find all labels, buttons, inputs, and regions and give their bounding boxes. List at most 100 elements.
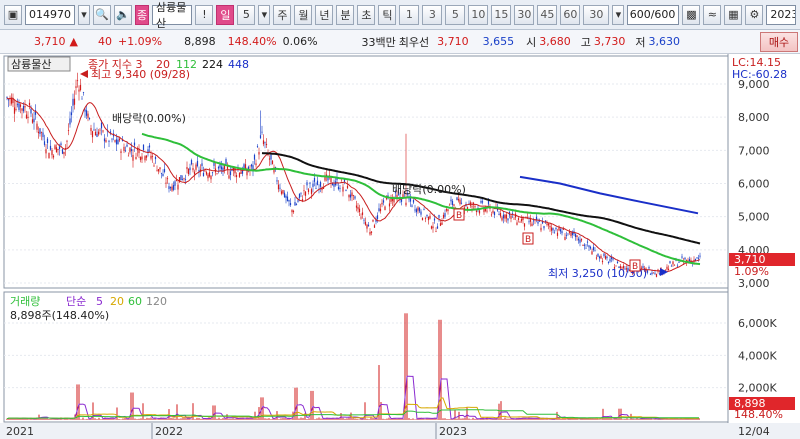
candle-body — [448, 204, 451, 206]
candle-body — [354, 196, 356, 199]
interval-15[interactable]: 15 — [491, 4, 512, 25]
price-chart[interactable]: 삼륭물산 종가 지수 3 20 112 224 448 최고 9,340 (09… — [0, 54, 800, 439]
candle-body — [363, 219, 365, 221]
tab-year[interactable]: 년 — [315, 4, 334, 25]
candle-body — [492, 210, 494, 213]
period-dropdown-icon[interactable]: ▾ — [258, 4, 271, 25]
price-change-pct: +1.09% — [117, 35, 163, 48]
period-n-field[interactable]: 5 — [237, 4, 256, 25]
period-day-button[interactable]: 일 — [216, 4, 235, 25]
tab-second[interactable]: 초 — [357, 4, 376, 25]
candle-body — [367, 224, 370, 227]
volume-bar — [94, 418, 96, 420]
candle-body — [364, 221, 367, 225]
interval-5[interactable]: 5 — [445, 4, 466, 25]
interval-1[interactable]: 1 — [399, 4, 420, 25]
search-icon[interactable]: 🔍 — [93, 4, 111, 25]
alert-button[interactable]: ! — [195, 4, 214, 25]
candle-body — [699, 255, 701, 257]
save-icon[interactable]: ▦ — [724, 4, 743, 25]
tab-month[interactable]: 월 — [294, 4, 313, 25]
chart-icon[interactable]: ≈ — [703, 4, 722, 25]
candle-body — [439, 223, 442, 226]
volume-bar — [468, 418, 470, 420]
candle-body — [258, 152, 260, 155]
candle-body — [420, 211, 422, 215]
candle-body — [130, 149, 133, 152]
volume-bar — [510, 419, 512, 420]
candle-body — [148, 145, 151, 148]
candle-body — [264, 142, 266, 144]
volume-bar — [312, 390, 314, 420]
candle-body — [99, 129, 101, 131]
price-axis-label: 8,000 — [738, 111, 770, 124]
gear-icon[interactable]: ⚙ — [745, 4, 764, 25]
interval-60[interactable]: 60 — [560, 4, 581, 25]
volume-bar — [300, 417, 302, 420]
volume-bar — [212, 405, 214, 420]
interval-45[interactable]: 45 — [537, 4, 558, 25]
candle-body — [42, 132, 44, 138]
interval-10[interactable]: 10 — [468, 4, 489, 25]
candle-body — [616, 261, 619, 264]
code-dropdown-icon[interactable]: ▾ — [78, 4, 90, 25]
candle-body — [135, 157, 137, 160]
candle-body — [583, 244, 586, 246]
stock-name-field[interactable]: 삼륭물산 — [152, 1, 193, 30]
candle-body — [330, 177, 332, 183]
turnover-rate: 0.06% — [282, 35, 318, 48]
candle-body — [481, 201, 484, 203]
layout-icon[interactable]: ▣ — [4, 4, 22, 25]
candle-body — [211, 172, 214, 174]
candle-body — [436, 226, 439, 229]
candle-body — [664, 269, 667, 271]
volume-axis-labels: 6,000K 4,000K 2,000K — [738, 317, 777, 395]
interval-30[interactable]: 30 — [514, 4, 535, 25]
candle-body — [603, 253, 605, 257]
stock-code-input[interactable]: 014970 — [25, 4, 75, 25]
date-field[interactable]: 2023/12 — [766, 4, 796, 25]
candle-body — [184, 179, 187, 180]
candle-body — [678, 261, 680, 263]
volume-bar — [534, 418, 536, 420]
speaker-icon[interactable]: 🔈 — [114, 4, 132, 25]
candle-body — [103, 138, 106, 142]
volume-bar — [264, 418, 266, 420]
candle-body — [132, 154, 134, 161]
vol-legend-ma60: 60 — [128, 295, 142, 308]
volume-bar — [70, 419, 72, 420]
candle-body — [69, 118, 71, 125]
candle-body — [486, 210, 488, 212]
grid-icon[interactable]: ▩ — [682, 4, 701, 25]
interval-dropdown-icon[interactable]: ▾ — [612, 4, 625, 25]
candle-body — [45, 149, 47, 154]
tab-week[interactable]: 주 — [273, 4, 292, 25]
interval-custom[interactable]: 30 — [583, 4, 610, 25]
tab-tick[interactable]: 틱 — [378, 4, 397, 25]
candle-body — [52, 155, 55, 158]
buy-button[interactable]: 매수 — [760, 32, 798, 52]
candle-body — [286, 196, 289, 201]
quote-bar: 3,710 ▲ 40 +1.09% 8,898 148.40% 0.06% 33… — [0, 30, 800, 54]
high-price: 3,730 — [593, 35, 626, 48]
candle-body — [459, 199, 461, 205]
volume-bar — [146, 417, 148, 420]
candle-body — [580, 238, 583, 241]
interval-3[interactable]: 3 — [422, 4, 443, 25]
candle-body — [259, 135, 262, 139]
candle-body — [388, 203, 391, 207]
volume-pct: 148.40% — [227, 35, 277, 48]
best-quote-label: 최우선 — [398, 35, 430, 49]
candle-body — [145, 155, 148, 158]
candle-body — [207, 174, 209, 179]
open-label: 시 — [526, 35, 537, 49]
candle-body — [229, 171, 232, 176]
candle-body — [429, 215, 431, 219]
candle-body — [22, 105, 25, 112]
count-field[interactable]: 600/600 — [627, 4, 680, 25]
volume-bar — [156, 419, 158, 420]
tab-minute[interactable]: 분 — [336, 4, 355, 25]
volume-bar — [28, 419, 30, 420]
volume-bar — [548, 419, 550, 420]
volume-bar — [82, 417, 84, 420]
